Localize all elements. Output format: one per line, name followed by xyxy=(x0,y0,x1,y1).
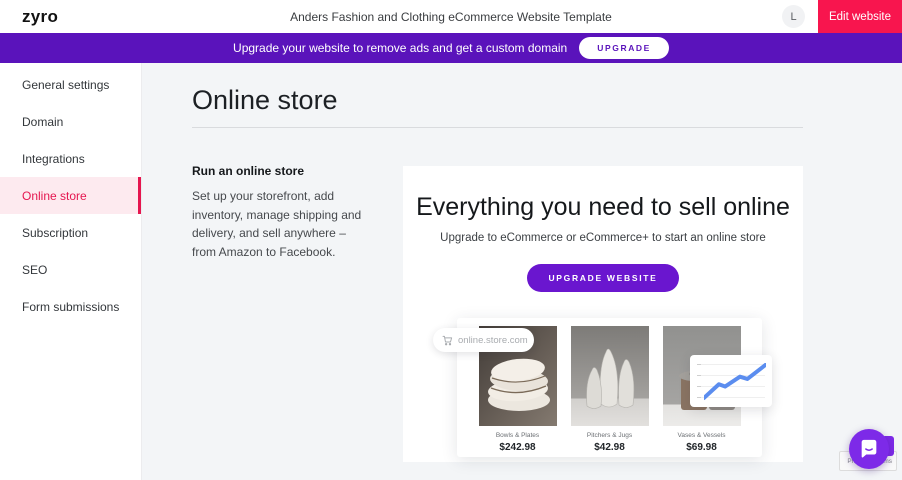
site-title: Anders Fashion and Clothing eCommerce We… xyxy=(0,10,902,24)
product-name: Pitchers & Jugs xyxy=(571,432,649,439)
sidebar-item-domain[interactable]: Domain xyxy=(0,103,141,140)
settings-layout: General settings Domain Integrations Onl… xyxy=(0,63,902,480)
product-price: $242.98 xyxy=(479,442,557,453)
product-name: Vases & Vessels xyxy=(663,432,741,439)
promo-subheading: Upgrade to eCommerce or eCommerce+ to st… xyxy=(403,232,803,244)
sidebar-item-subscription[interactable]: Subscription xyxy=(0,214,141,251)
product-price: $69.98 xyxy=(663,442,741,453)
user-avatar[interactable]: L xyxy=(782,5,805,28)
upgrade-banner: Upgrade your website to remove ads and g… xyxy=(0,33,902,63)
intro-column: Run an online store Set up your storefro… xyxy=(192,164,367,261)
sidebar-item-seo[interactable]: SEO xyxy=(0,251,141,288)
sidebar-item-integrations[interactable]: Integrations xyxy=(0,140,141,177)
settings-sidebar: General settings Domain Integrations Onl… xyxy=(0,63,142,480)
product-card: Pitchers & Jugs $42.98 xyxy=(571,326,649,457)
zyro-logo[interactable]: zyro xyxy=(22,7,58,27)
intro-body: Set up your storefront, add inventory, m… xyxy=(192,187,367,261)
chat-bubble-icon xyxy=(858,438,880,460)
title-divider xyxy=(192,127,803,128)
product-price: $42.98 xyxy=(571,442,649,453)
sales-chart-card xyxy=(690,355,772,407)
promo-heading: Everything you need to sell online xyxy=(403,193,803,222)
ecommerce-promo-card: Everything you need to sell online Upgra… xyxy=(403,166,803,462)
cart-icon xyxy=(442,335,453,346)
upgrade-button[interactable]: UPGRADE xyxy=(579,37,669,59)
sidebar-item-online-store[interactable]: Online store xyxy=(0,177,141,214)
store-url-text: online.store.com xyxy=(458,335,528,346)
product-name: Bowls & Plates xyxy=(479,432,557,439)
mini-chart-line xyxy=(704,365,766,398)
intro-heading: Run an online store xyxy=(192,164,367,178)
page-title: Online store xyxy=(192,85,338,116)
upgrade-banner-text: Upgrade your website to remove ads and g… xyxy=(233,41,567,55)
edit-website-button[interactable]: Edit website xyxy=(818,0,902,33)
top-bar: zyro Anders Fashion and Clothing eCommer… xyxy=(0,0,902,33)
sidebar-item-general-settings[interactable]: General settings xyxy=(0,66,141,103)
store-url-pill: online.store.com xyxy=(433,328,534,352)
upgrade-website-button[interactable]: UPGRADE WEBSITE xyxy=(527,264,678,292)
product-image-pitchers xyxy=(571,326,649,426)
sales-line-chart xyxy=(704,363,766,401)
main-content: Online store Run an online store Set up … xyxy=(142,63,902,480)
sidebar-item-form-submissions[interactable]: Form submissions xyxy=(0,288,141,325)
chat-button[interactable] xyxy=(849,429,889,469)
